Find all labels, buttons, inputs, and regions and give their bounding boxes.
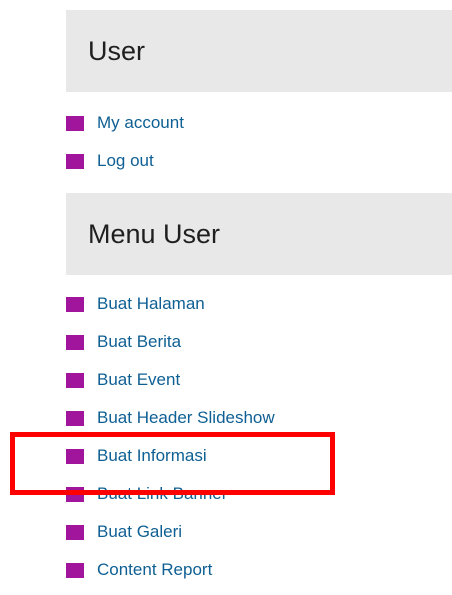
buat-event-link[interactable]: Buat Event [97,370,180,390]
buat-header-slideshow-link[interactable]: Buat Header Slideshow [97,408,275,428]
menu-item-buat-galeri[interactable]: Buat Galeri [66,513,275,551]
square-bullet-icon [66,115,84,131]
my-account-link[interactable]: My account [97,113,184,133]
buat-berita-link[interactable]: Buat Berita [97,332,181,352]
square-bullet-icon [66,153,84,169]
menu-item-buat-halaman[interactable]: Buat Halaman [66,285,275,323]
menu-item-buat-header-slideshow[interactable]: Buat Header Slideshow [66,399,275,437]
square-bullet-icon [66,524,84,540]
menu-item-my-account[interactable]: My account [66,104,184,142]
menu-user-block-title-text: Menu User [88,218,221,249]
log-out-link[interactable]: Log out [97,151,154,171]
square-bullet-icon [66,562,84,578]
menu-item-content-report[interactable]: Content Report [66,551,275,589]
square-bullet-icon [66,334,84,350]
square-bullet-icon [66,448,84,464]
square-bullet-icon [66,486,84,502]
buat-link-banner-link[interactable]: Buat Link Banner [97,484,227,504]
menu-item-buat-link-banner[interactable]: Buat Link Banner [66,475,275,513]
menu-item-log-out[interactable]: Log out [66,142,184,180]
menu-item-buat-berita[interactable]: Buat Berita [66,323,275,361]
menu-user-list: Buat Halaman Buat Berita Buat Event Buat… [66,285,275,589]
user-block-title: User [66,10,452,92]
square-bullet-icon [66,372,84,388]
buat-informasi-link[interactable]: Buat Informasi [97,446,207,466]
user-menu-list: My account Log out [66,104,184,180]
square-bullet-icon [66,410,84,426]
user-block-title-text: User [88,35,146,66]
buat-galeri-link[interactable]: Buat Galeri [97,522,182,542]
square-bullet-icon [66,296,84,312]
menu-item-buat-event[interactable]: Buat Event [66,361,275,399]
content-report-link[interactable]: Content Report [97,560,212,580]
buat-halaman-link[interactable]: Buat Halaman [97,294,205,314]
menu-item-buat-informasi[interactable]: Buat Informasi [66,437,275,475]
menu-user-block-title: Menu User [66,193,452,275]
